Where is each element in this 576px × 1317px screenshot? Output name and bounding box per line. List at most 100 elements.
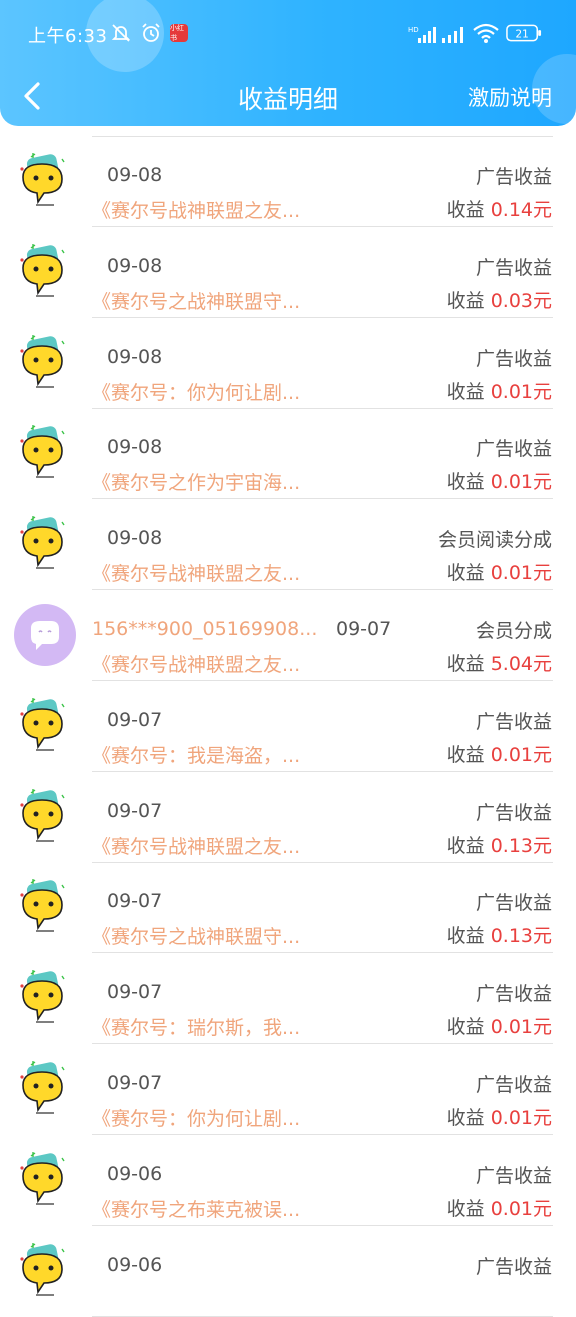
book-title: 《赛尔号之战神联盟守... bbox=[92, 926, 301, 949]
reader-avatar-icon bbox=[14, 1149, 76, 1211]
earnings-row[interactable]: 09-07 广告收益《赛尔号：我是海盗，... 收益 0.01元 bbox=[0, 681, 576, 772]
reader-avatar-icon bbox=[14, 1240, 76, 1302]
earnings-row[interactable]: 09-08 广告收益《赛尔号之作为宇宙海... 收益 0.01元 bbox=[0, 408, 576, 500]
reader-avatar-icon bbox=[14, 150, 76, 212]
income-type: 会员阅读分成 bbox=[437, 529, 552, 552]
book-title: 《赛尔号之作为宇宙海... bbox=[92, 472, 301, 495]
battery-level: 21 bbox=[515, 28, 528, 40]
book-title: 《赛尔号之战神联盟守... bbox=[92, 290, 301, 313]
earning-label: 收益 bbox=[446, 380, 485, 403]
book-title: 《赛尔号：我是海盗，... bbox=[92, 744, 301, 767]
earning-value: 收益 0.01元 bbox=[447, 377, 552, 404]
header-bar: 上午6:33 小红书 HD 21 收益明细 激励说明 bbox=[0, 0, 576, 126]
earnings-row[interactable]: 09-08 广告收益 《赛尔号：你为何让剧... 收益 0.01元 bbox=[0, 318, 576, 409]
earning-label: 收益 bbox=[446, 199, 485, 221]
income-type: 广告收益 bbox=[475, 983, 552, 1006]
user-id: 156***900_05169908... bbox=[92, 618, 318, 640]
earning-label: 收益 bbox=[446, 925, 485, 948]
income-type: 广告收益 bbox=[475, 1255, 552, 1278]
reader-avatar-icon bbox=[14, 967, 76, 1029]
user-avatar bbox=[14, 604, 76, 666]
earning-label: 收益 bbox=[446, 289, 485, 312]
earning-amount: 0.03元 bbox=[490, 289, 552, 312]
svg-text:HD: HD bbox=[408, 26, 419, 34]
earning-value: 收益 0.01元 bbox=[447, 1012, 552, 1039]
book-title: 《赛尔号：你为何让剧... bbox=[92, 381, 301, 404]
income-type: 广告收益 bbox=[475, 1074, 552, 1096]
earnings-row[interactable]: 09-06 广告收益 bbox=[0, 1226, 576, 1317]
earning-value: 收益 0.14元 bbox=[447, 195, 552, 222]
row-date: 09-06 bbox=[107, 1253, 163, 1276]
income-type: 广告收益 bbox=[475, 256, 552, 279]
battery-icon: 21 bbox=[506, 24, 542, 42]
signal-hd-icon: HD bbox=[408, 24, 436, 46]
earning-amount: 0.01元 bbox=[490, 1016, 552, 1039]
income-type: 广告收益 bbox=[475, 710, 552, 733]
earning-amount: 0.01元 bbox=[490, 562, 552, 585]
earning-value: 收益 5.04元 bbox=[447, 649, 552, 676]
income-type: 广告收益 bbox=[475, 438, 552, 461]
earning-value: 收益 0.01元 bbox=[447, 740, 552, 767]
row-date: 09-08 bbox=[107, 164, 163, 186]
earnings-row[interactable]: 09-07 广告收益 《赛尔号：你为何让剧... 收益 0.01元 bbox=[0, 1044, 576, 1135]
row-date: 09-07 bbox=[107, 1072, 163, 1094]
earnings-row[interactable]: 09-08 会员阅读分成《赛尔号战神联盟之友... 收益 0.01元 bbox=[0, 499, 576, 591]
earning-amount: 0.01元 bbox=[490, 743, 552, 766]
wifi-icon bbox=[472, 22, 500, 44]
row-date: 09-07 bbox=[107, 708, 163, 731]
earning-amount: 0.14元 bbox=[490, 199, 552, 221]
earning-amount: 0.01元 bbox=[490, 380, 552, 403]
divider bbox=[92, 1315, 553, 1317]
earning-value: 收益 0.01元 bbox=[447, 467, 552, 494]
reader-avatar-icon bbox=[14, 876, 76, 938]
mute-icon bbox=[110, 22, 132, 44]
earning-value: 收益 0.13元 bbox=[447, 921, 552, 948]
income-type: 广告收益 bbox=[475, 166, 552, 188]
earnings-row[interactable]: 09-08 广告收益《赛尔号战神联盟之友... 收益 0.14元 bbox=[0, 136, 576, 227]
earnings-row[interactable]: 09-07 广告收益 《赛尔号：瑞尔斯，我... 收益 0.01元 bbox=[0, 953, 576, 1045]
earning-amount: 0.01元 bbox=[490, 1107, 552, 1129]
incentive-info-link[interactable]: 激励说明 bbox=[468, 82, 552, 112]
earning-label: 收益 bbox=[446, 834, 485, 857]
earnings-row[interactable]: 09-07 广告收益 《赛尔号战神联盟之友... 收益 0.13元 bbox=[0, 772, 576, 863]
earning-value: 收益 0.03元 bbox=[447, 286, 552, 313]
reader-avatar-icon bbox=[14, 695, 76, 757]
row-date: 09-08 bbox=[107, 527, 163, 550]
app-badge-icon: 小红书 bbox=[170, 24, 188, 42]
earnings-row[interactable]: 09-06 广告收益 《赛尔号之布莱克被误... 收益 0.01元 bbox=[0, 1135, 576, 1226]
earnings-row[interactable]: 09-07 广告收益《赛尔号之战神联盟守... 收益 0.13元 bbox=[0, 862, 576, 954]
earning-amount: 0.01元 bbox=[490, 1197, 552, 1220]
row-date: 09-08 bbox=[107, 254, 163, 277]
reader-avatar-icon bbox=[14, 241, 76, 303]
earning-label: 收益 bbox=[446, 653, 485, 675]
book-title: 《赛尔号：瑞尔斯，我... bbox=[92, 1017, 301, 1040]
earnings-row[interactable]: 156***900_05169908... 09-07 会员分成《赛尔号战神联盟之友… bbox=[0, 590, 576, 681]
row-date: 09-08 bbox=[107, 345, 163, 368]
earning-label: 收益 bbox=[446, 1107, 485, 1129]
earning-label: 收益 bbox=[446, 471, 485, 494]
earning-value: 收益 0.01元 bbox=[447, 1194, 552, 1221]
row-date: 09-07 bbox=[336, 618, 392, 640]
book-title: 《赛尔号战神联盟之友... bbox=[92, 835, 301, 858]
book-title: 《赛尔号战神联盟之友... bbox=[92, 200, 301, 222]
signal-icon bbox=[440, 24, 468, 46]
earning-amount: 5.04元 bbox=[490, 653, 552, 675]
reader-avatar-icon bbox=[14, 422, 76, 484]
earning-value: 收益 0.13元 bbox=[447, 831, 552, 858]
reader-avatar-icon bbox=[14, 332, 76, 394]
earning-label: 收益 bbox=[446, 1016, 485, 1039]
income-type: 会员分成 bbox=[475, 620, 552, 642]
nav-bar: 收益明细 激励说明 bbox=[0, 68, 576, 126]
book-title: 《赛尔号战神联盟之友... bbox=[92, 563, 301, 586]
row-date: 09-08 bbox=[107, 436, 163, 459]
income-type: 广告收益 bbox=[475, 892, 552, 915]
book-title: 《赛尔号战神联盟之友... bbox=[92, 654, 301, 676]
earning-label: 收益 bbox=[446, 562, 485, 585]
row-date: 09-07 bbox=[107, 890, 163, 913]
earning-amount: 0.13元 bbox=[490, 834, 552, 857]
earnings-row[interactable]: 09-08 广告收益《赛尔号之战神联盟守... 收益 0.03元 bbox=[0, 227, 576, 318]
reader-avatar-icon bbox=[14, 786, 76, 848]
earning-amount: 0.01元 bbox=[490, 471, 552, 494]
row-date: 09-07 bbox=[107, 799, 163, 822]
earning-value: 收益 0.01元 bbox=[447, 1103, 552, 1130]
